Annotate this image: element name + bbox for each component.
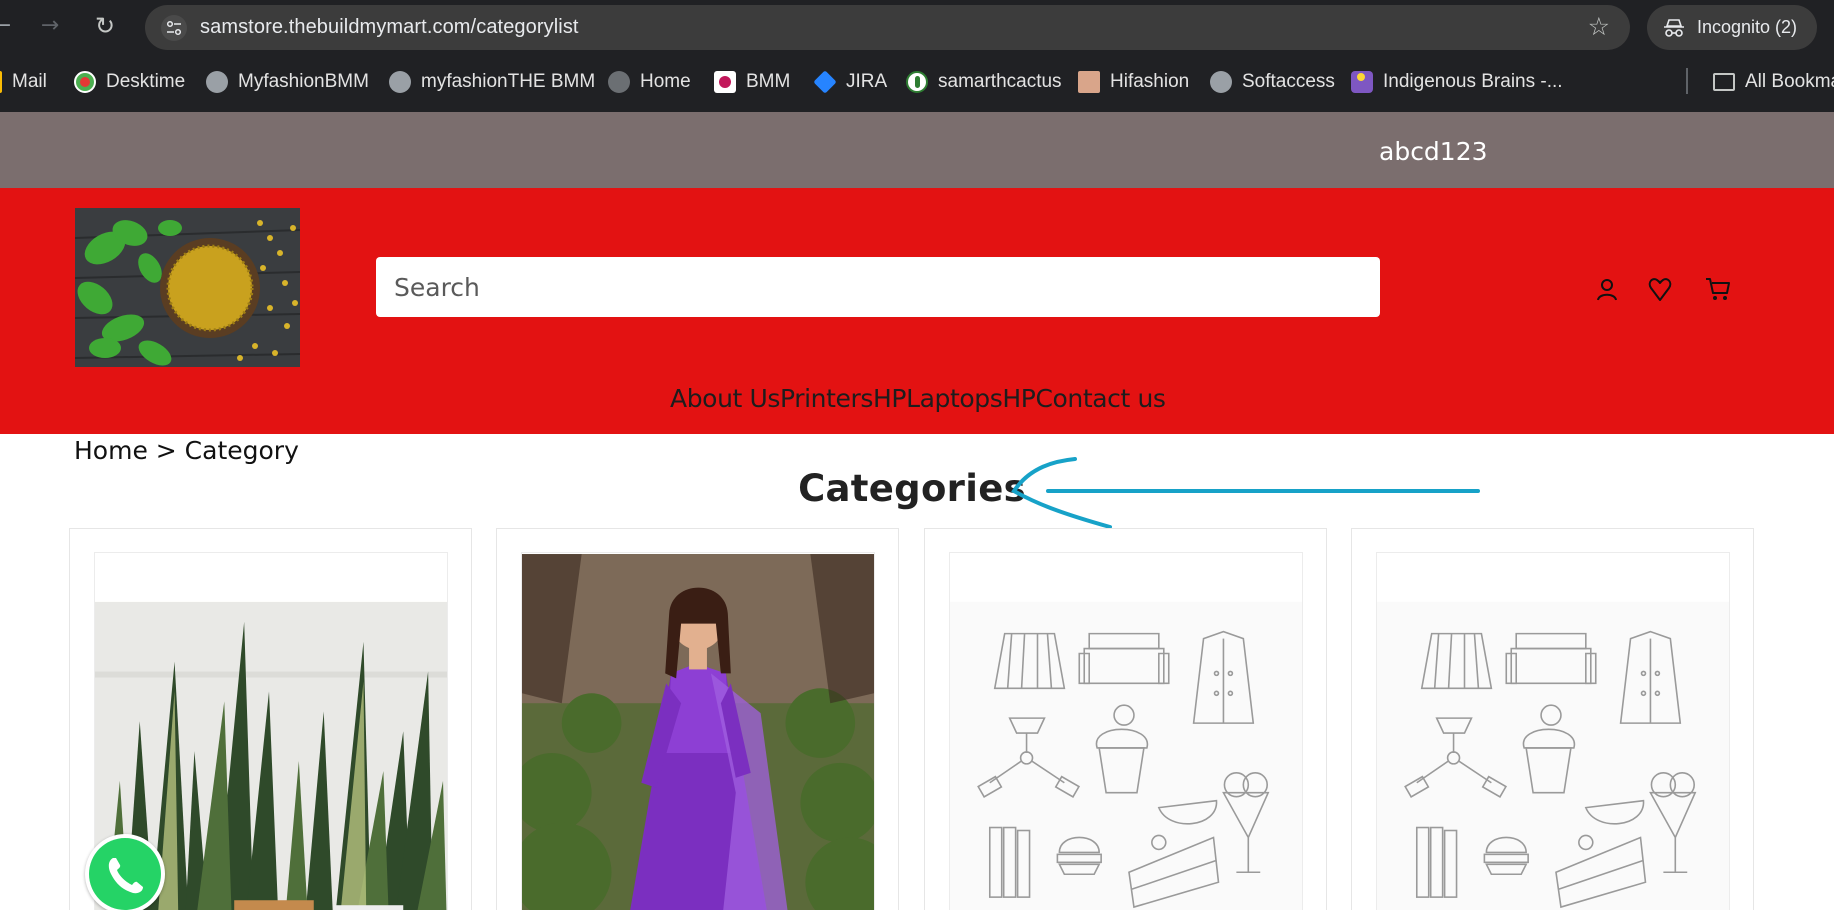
category-card[interactable] (1351, 528, 1754, 910)
url-text[interactable]: samstore.thebuildmymart.com/categorylist (200, 16, 579, 39)
bookmark-samarthcactus[interactable]: samarthcactus (906, 68, 1062, 96)
bookmark-all-bookmarks[interactable]: All Bookmarks (1713, 68, 1834, 96)
bookmarks-divider (1686, 68, 1688, 94)
whatsapp-icon (108, 858, 143, 894)
bmm-icon (714, 71, 736, 93)
top-strip-text: abcd123 (1379, 137, 1488, 166)
incognito-icon (1664, 19, 1684, 37)
category-card[interactable] (924, 528, 1327, 910)
globe-icon (389, 71, 411, 93)
category-card[interactable] (496, 528, 899, 910)
category-image-placeholder (1377, 554, 1729, 910)
jira-icon (813, 70, 837, 94)
cart-icon[interactable] (1704, 275, 1732, 303)
search-input[interactable] (376, 257, 1380, 317)
annotation-arrow-icon (1011, 457, 1480, 529)
browser-toolbar: ← → ↻ samstore.thebuildmymart.com/catego… (0, 0, 1834, 52)
user-icon[interactable] (1593, 275, 1621, 303)
incognito-label: Incognito (2) (1697, 17, 1798, 37)
bookmark-desktime[interactable]: Desktime (74, 68, 185, 96)
address-bar[interactable]: samstore.thebuildmymart.com/categorylist… (145, 5, 1630, 50)
page-title: Categories (798, 467, 1026, 510)
nav-laptops-hp[interactable]: LaptopsHP (906, 384, 1036, 413)
indigenous-icon (1351, 71, 1373, 93)
bookmark-mail[interactable]: Mail (0, 68, 47, 96)
globe-icon (206, 71, 228, 93)
store-logo[interactable] (75, 208, 300, 367)
back-icon[interactable]: ← (0, 12, 16, 40)
breadcrumb: Home > Category (74, 436, 299, 465)
bookmark-home[interactable]: Home (608, 68, 691, 96)
search-box[interactable] (376, 257, 1380, 317)
desktime-icon (74, 71, 96, 93)
globe-icon (1210, 71, 1232, 93)
globe-icon (608, 71, 630, 93)
cactus-icon (906, 71, 928, 93)
folder-icon (1713, 73, 1735, 91)
bookmarks-bar: Mail Desktime MyfashionBMM myfashionTHE … (0, 52, 1834, 112)
bookmark-jira[interactable]: JIRA (813, 68, 887, 96)
bookmark-myfashionbmm[interactable]: MyfashionBMM (206, 68, 369, 96)
bookmark-myfashionthebmm[interactable]: myfashionTHE BMM (389, 68, 595, 96)
bookmark-bmm[interactable]: BMM (714, 68, 790, 96)
nav-about-us[interactable]: About Us (670, 384, 780, 413)
category-image-placeholder (950, 554, 1302, 910)
bookmark-softaccess[interactable]: Softaccess (1210, 68, 1335, 96)
breadcrumb-home[interactable]: Home (74, 436, 148, 465)
reload-icon[interactable]: ↻ (91, 12, 119, 40)
heart-icon[interactable] (1646, 275, 1674, 303)
incognito-button[interactable]: Incognito (2) (1647, 5, 1817, 50)
site-info-icon[interactable] (161, 15, 187, 41)
forward-icon[interactable]: → (36, 12, 64, 40)
star-icon[interactable]: ☆ (1588, 14, 1610, 40)
category-image-purple-dress (522, 554, 874, 910)
hifashion-icon (1078, 71, 1100, 93)
top-strip: abcd123 (0, 112, 1834, 188)
nav-printers-hp[interactable]: PrintersHP (780, 384, 906, 413)
site-header: About Us PrintersHP LaptopsHP Contact us (0, 188, 1834, 434)
bookmark-hifashion[interactable]: Hifashion (1078, 68, 1189, 96)
gmail-icon (0, 71, 2, 93)
bookmark-indigenous-brains[interactable]: Indigenous Brains -... (1351, 68, 1563, 96)
breadcrumb-category: Category (184, 436, 299, 465)
whatsapp-button[interactable] (85, 834, 165, 910)
nav-contact-us[interactable]: Contact us (1035, 384, 1165, 413)
breadcrumb-separator: > (147, 436, 185, 465)
